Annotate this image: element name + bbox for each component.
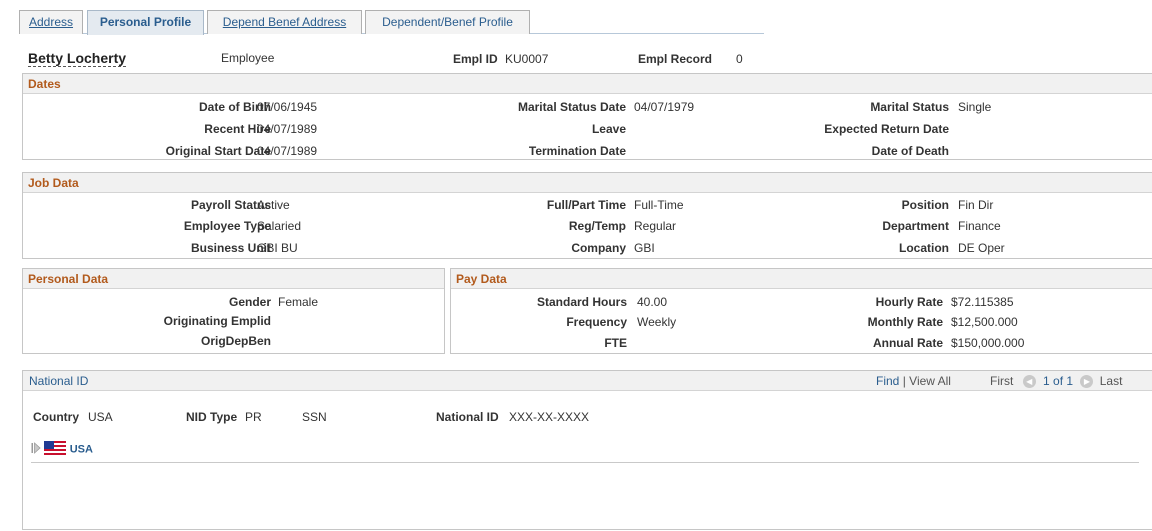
company-value: GBI <box>634 241 655 255</box>
monthly-rate-value: $12,500.000 <box>951 315 1018 329</box>
origdepben-label: OrigDepBen <box>200 334 271 348</box>
find-link[interactable]: Find <box>876 374 899 388</box>
leave-label: Leave <box>591 122 626 136</box>
employee-type-value: Salaried <box>257 219 302 233</box>
company-label: Company <box>571 241 626 255</box>
fte-label: FTE <box>604 336 627 350</box>
national-id-title: National ID <box>23 371 1152 391</box>
tab-personal-profile[interactable]: Personal Profile <box>87 10 204 35</box>
orig-start-value: 04/07/1989 <box>257 144 318 158</box>
payroll-status-value: Active <box>257 198 290 212</box>
tab-dependent-benef-profile[interactable]: Dependent/Benef Profile <box>365 10 530 34</box>
dob-value: 07/06/1945 <box>257 100 318 114</box>
standard-hours-value: 40.00 <box>637 295 668 309</box>
employee-name[interactable]: Betty Locherty <box>28 50 127 67</box>
expand-usa-row[interactable]: USA <box>31 441 93 457</box>
national-id-value: XXX-XX-XXXX <box>509 410 590 424</box>
gender-label: Gender <box>228 295 271 309</box>
marital-date-value: 04/07/1979 <box>634 100 695 114</box>
country-label: Country <box>33 410 79 424</box>
monthly-rate-label: Monthly Rate <box>867 315 943 329</box>
full-part-time-value: Full-Time <box>634 198 684 212</box>
position-value: Fin Dir <box>958 198 994 212</box>
frequency-label: Frequency <box>566 315 627 329</box>
usa-link[interactable]: USA <box>70 444 93 456</box>
pay-data-title: Pay Data <box>451 269 1152 289</box>
nid-type-description: SSN <box>302 410 327 424</box>
business-unit-value: GBI BU <box>257 241 298 255</box>
national-id-label: National ID <box>436 410 499 424</box>
emplrec-label: Empl Record <box>638 52 713 66</box>
next-icon[interactable]: ▶ <box>1080 375 1094 389</box>
job-data-section: Job Data Payroll Status Active Employee … <box>22 172 1152 259</box>
full-part-time-label: Full/Part Time <box>546 198 626 212</box>
annual-rate-value: $150,000.000 <box>951 336 1025 350</box>
national-id-title-text: National ID <box>29 374 89 388</box>
recent-hire-value: 04/07/1989 <box>257 122 318 136</box>
hourly-rate-label: Hourly Rate <box>875 295 943 309</box>
orig-start-label: Original Start Date <box>165 144 271 158</box>
previous-icon[interactable]: ◀ <box>1022 375 1036 389</box>
gender-value: Female <box>278 295 319 309</box>
annual-rate-label: Annual Rate <box>872 336 943 350</box>
dates-section: Dates Date of Birth 07/06/1945 Recent Hi… <box>22 73 1152 160</box>
originating-emplid-label: Originating Emplid <box>163 314 271 328</box>
expand-arrow-icon[interactable] <box>31 442 41 457</box>
national-id-section: National ID Find | View All First ◀ 1 of… <box>22 370 1152 530</box>
reg-temp-label: Reg/Temp <box>568 219 626 233</box>
reg-temp-value: Regular <box>634 219 677 233</box>
dates-title: Dates <box>23 74 1152 94</box>
tab-depend-benef-address[interactable]: Depend Benef Address <box>207 10 362 34</box>
country-value: USA <box>88 410 113 424</box>
employee-role: Employee <box>221 51 275 65</box>
expected-return-label: Expected Return Date <box>824 122 949 136</box>
department-label: Department <box>882 219 949 233</box>
hourly-rate-value: $72.115385 <box>951 295 1014 309</box>
last-label: Last <box>1099 374 1123 388</box>
marital-status-label: Marital Status <box>870 100 949 114</box>
department-value: Finance <box>958 219 1001 233</box>
location-value: DE Oper <box>958 241 1005 255</box>
emplrec-value: 0 <box>736 52 743 66</box>
standard-hours-label: Standard Hours <box>536 295 627 309</box>
term-date-label: Termination Date <box>528 144 626 158</box>
location-label: Location <box>899 241 949 255</box>
frequency-value: Weekly <box>637 315 677 329</box>
job-data-title: Job Data <box>23 173 1152 193</box>
view-all-link[interactable]: View All <box>909 374 951 388</box>
row-divider <box>31 462 1139 463</box>
nid-type-value: PR <box>245 410 262 424</box>
pay-data-section: Pay Data Standard Hours 40.00 Frequency … <box>450 268 1152 354</box>
position-label: Position <box>901 198 949 212</box>
grid-nav: Find | View All <box>876 371 951 391</box>
nav-separator: | <box>902 374 906 388</box>
first-label: First <box>990 374 1014 388</box>
tab-address[interactable]: Address <box>19 10 83 34</box>
emplid-value: KU0007 <box>505 52 549 66</box>
personal-data-title: Personal Data <box>23 269 444 289</box>
nid-type-label: NID Type <box>186 410 238 424</box>
grid-pager: First ◀ 1 of 1 ▶ Last <box>990 371 1122 391</box>
emplid-label: Empl ID <box>453 52 498 66</box>
date-of-death-label: Date of Death <box>871 144 949 158</box>
page-range: 1 of 1 <box>1043 374 1074 388</box>
personal-data-section: Personal Data Gender Female Originating … <box>22 268 445 354</box>
tab-bar: Address Personal Profile Depend Benef Ad… <box>19 0 764 35</box>
us-flag-icon <box>44 441 67 458</box>
marital-status-value: Single <box>958 100 992 114</box>
marital-date-label: Marital Status Date <box>517 100 626 114</box>
